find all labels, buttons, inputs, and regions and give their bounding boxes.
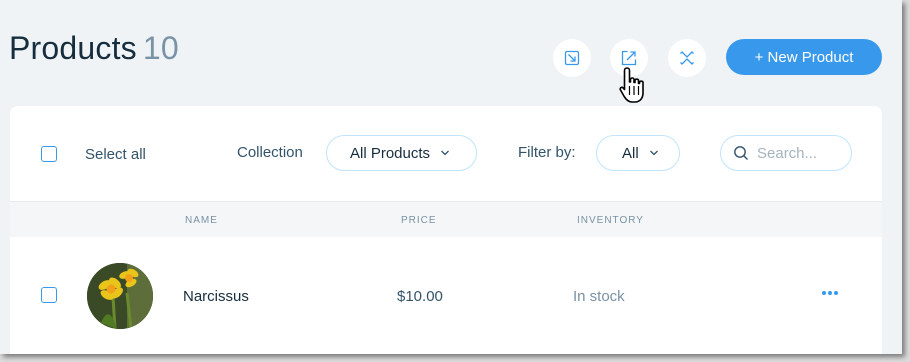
product-inventory: In stock — [573, 288, 625, 305]
collection-dropdown[interactable]: All Products — [326, 135, 477, 171]
collection-value: All Products — [350, 144, 431, 162]
import-button[interactable] — [553, 39, 591, 77]
filter-dropdown[interactable]: All — [596, 135, 680, 171]
hand-cursor-icon — [619, 67, 644, 103]
reorder-icon — [680, 51, 694, 65]
search-box[interactable] — [720, 135, 852, 171]
table-header: NAME PRICE INVENTORY — [10, 201, 882, 237]
collection-label: Collection — [237, 144, 303, 161]
products-panel: Select all Collection All Products Filte… — [10, 106, 882, 354]
column-header-inventory[interactable]: INVENTORY — [577, 215, 644, 226]
product-name[interactable]: Narcissus — [183, 288, 249, 305]
select-all-label: Select all — [85, 146, 146, 163]
table-row[interactable]: Narcissus $10.00 In stock — [10, 237, 882, 354]
chevron-down-icon — [441, 150, 450, 156]
product-price: $10.00 — [397, 288, 443, 305]
column-header-name[interactable]: NAME — [185, 215, 218, 226]
filter-label: Filter by: — [518, 144, 576, 161]
app-window: Products 10 + New Product Select all Coll… — [0, 0, 902, 354]
column-header-price[interactable]: PRICE — [401, 215, 437, 226]
filter-value: All — [622, 144, 639, 162]
row-checkbox[interactable] — [41, 287, 57, 303]
reorder-button[interactable] — [668, 39, 706, 77]
new-product-button[interactable]: + New Product — [726, 39, 882, 75]
product-thumbnail — [87, 263, 153, 329]
daffodil-image — [87, 263, 153, 329]
page-title-text: Products — [9, 30, 137, 66]
more-icon[interactable] — [818, 285, 842, 301]
product-count: 10 — [142, 30, 179, 66]
export-icon — [621, 50, 637, 66]
search-input[interactable] — [757, 144, 847, 162]
page-title: Products 10 — [9, 30, 179, 67]
search-icon — [734, 146, 748, 160]
select-all-checkbox[interactable] — [41, 146, 57, 162]
chevron-down-icon — [649, 150, 658, 156]
import-icon — [564, 50, 580, 66]
